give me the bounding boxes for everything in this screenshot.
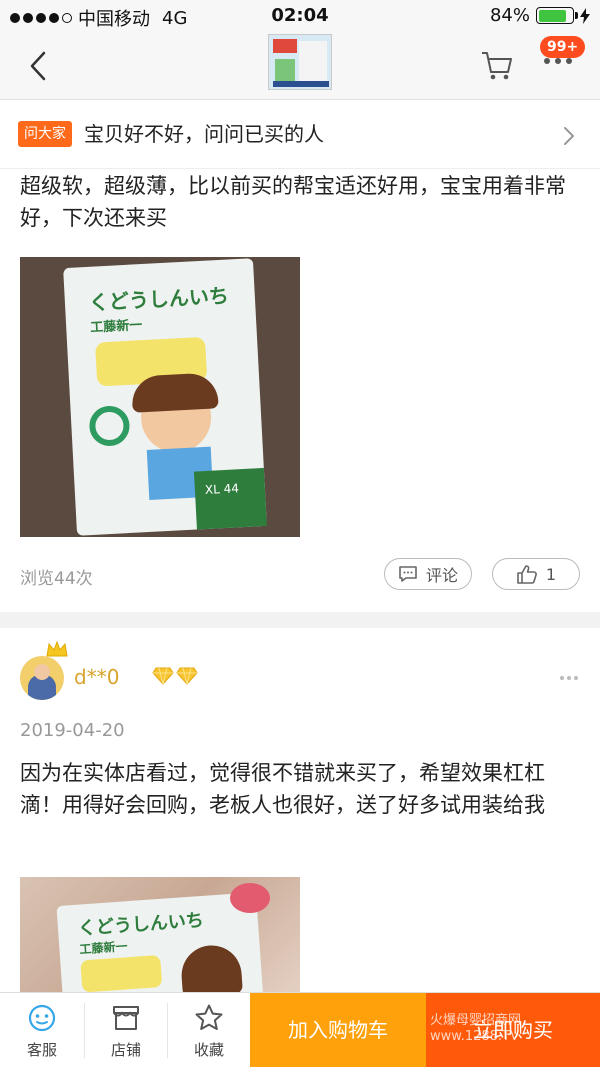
message-badge: 99+ [540, 36, 586, 58]
avatar[interactable] [20, 656, 64, 700]
customer-service-icon [28, 1004, 56, 1032]
pack-brand-jp: くどうしんいち [88, 283, 230, 315]
status-right: 84% [490, 5, 590, 26]
cart-button[interactable] [480, 50, 514, 82]
ask-tag: 问大家 [18, 121, 72, 147]
review-text: 因为在实体店看过，觉得很不错就来买了，希望效果杠杠滴！用得好会回购，老板人也很好… [20, 761, 545, 817]
status-bar: 中国移动 4G 02:04 84% [0, 0, 600, 34]
battery-level-fill [538, 9, 567, 22]
add-to-cart-button[interactable]: 加入购物车 [250, 993, 426, 1067]
comment-label: 评论 [425, 566, 458, 585]
ask-prompt: 宝贝好不好，问问已买的人 [84, 122, 324, 146]
chevron-left-icon [30, 51, 46, 81]
pack-brand-cn: 工藤新一 [79, 939, 128, 957]
comment-button[interactable]: 评论 [384, 558, 472, 590]
store-button[interactable]: 店铺 [84, 993, 168, 1067]
comment-icon [399, 566, 417, 582]
member-level-badge [152, 667, 198, 685]
charging-icon [580, 7, 590, 24]
cart-icon [482, 52, 512, 80]
star-icon [195, 1004, 223, 1030]
store-label: 店铺 [110, 1041, 141, 1059]
diaper-pack: くどうしんいち 工藤新一 XL 44 [63, 258, 267, 536]
review-photo[interactable]: くどうしんいち 工藤新一 [20, 877, 300, 992]
pack-brand-cn: 工藤新一 [89, 318, 143, 336]
watermark-line2: www.1288.TV [430, 1029, 519, 1044]
product-thumbnail[interactable] [268, 34, 332, 90]
username[interactable]: d**0 [74, 665, 119, 689]
watermark: 火爆母婴招商网 www.1288.TV [430, 1013, 521, 1045]
battery-percent: 84% [489, 5, 530, 26]
customer-service-button[interactable]: 客服 [0, 993, 84, 1067]
customer-service-label: 客服 [26, 1041, 57, 1059]
battery-icon [536, 7, 578, 24]
review-stats: 浏览44次 评论 1 [20, 558, 580, 594]
chevron-right-icon [564, 127, 574, 145]
view-count: 浏览44次 [20, 569, 93, 589]
ask-everyone-bar[interactable]: 问大家 宝贝好不好，问问已买的人 [0, 101, 600, 169]
review-more-button[interactable] [560, 676, 578, 680]
store-icon [113, 1006, 139, 1030]
review-text: 超级软，超级薄，比以前买的帮宝适还好用，宝宝用着非常好，下次还来买 [20, 174, 566, 230]
top-nav: 99+ [0, 34, 600, 100]
more-button[interactable] [544, 58, 576, 70]
pack-size: XL 44 [204, 481, 240, 498]
favorite-button[interactable]: 收藏 [167, 993, 251, 1067]
section-divider [0, 612, 600, 628]
diaper-pack: くどうしんいち 工藤新一 [56, 892, 264, 992]
crown-icon [46, 640, 68, 657]
favorite-label: 收藏 [193, 1041, 224, 1059]
watermark-line1: 火爆母婴招商网 [430, 1013, 522, 1028]
review-photo[interactable]: くどうしんいち 工藤新一 XL 44 [20, 257, 300, 537]
review-date: 2019-04-20 [20, 720, 125, 741]
bottom-action-bar: 客服 店铺 收藏 加入购物车 立即购买 火爆母婴招商网 www.1288.TV [0, 992, 600, 1067]
thumbs-up-icon [517, 565, 537, 584]
pack-brand-jp: くどうしんいち [77, 909, 205, 940]
diamond-icon [152, 667, 174, 685]
like-count: 1 [545, 564, 557, 584]
back-button[interactable] [22, 48, 58, 84]
like-button[interactable]: 1 [492, 558, 580, 590]
diamond-icon [176, 667, 198, 685]
